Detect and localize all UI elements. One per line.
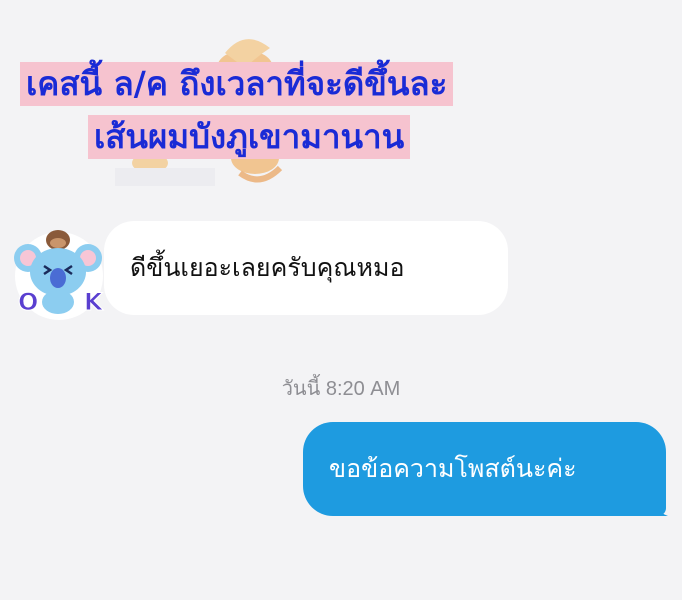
outgoing-bubble-tail (650, 500, 668, 516)
incoming-message-text: ดีขึ้นเยอะเลยครับคุณหมอ (130, 253, 405, 282)
caption-line-2: เส้นผมบังภูเขามานาน (88, 115, 411, 159)
goldfish-background-image (115, 39, 283, 186)
svg-text:O: O (18, 288, 38, 316)
svg-text:K: K (84, 288, 104, 316)
outgoing-message-bubble[interactable]: ขอข้อความโพสต์นะค่ะ (303, 422, 666, 516)
caption-line-1: เคสนี้ ล/ค ถึงเวลาที่จะดีขึ้นละ (20, 62, 454, 106)
koala-sticker-avatar[interactable]: O K (4, 226, 110, 322)
outgoing-message-text: ขอข้อความโพสต์นะค่ะ (329, 454, 577, 483)
incoming-message-bubble[interactable]: ดีขึ้นเยอะเลยครับคุณหมอ (104, 221, 508, 315)
message-timestamp: วันนี้ 8:20 AM (281, 378, 401, 400)
